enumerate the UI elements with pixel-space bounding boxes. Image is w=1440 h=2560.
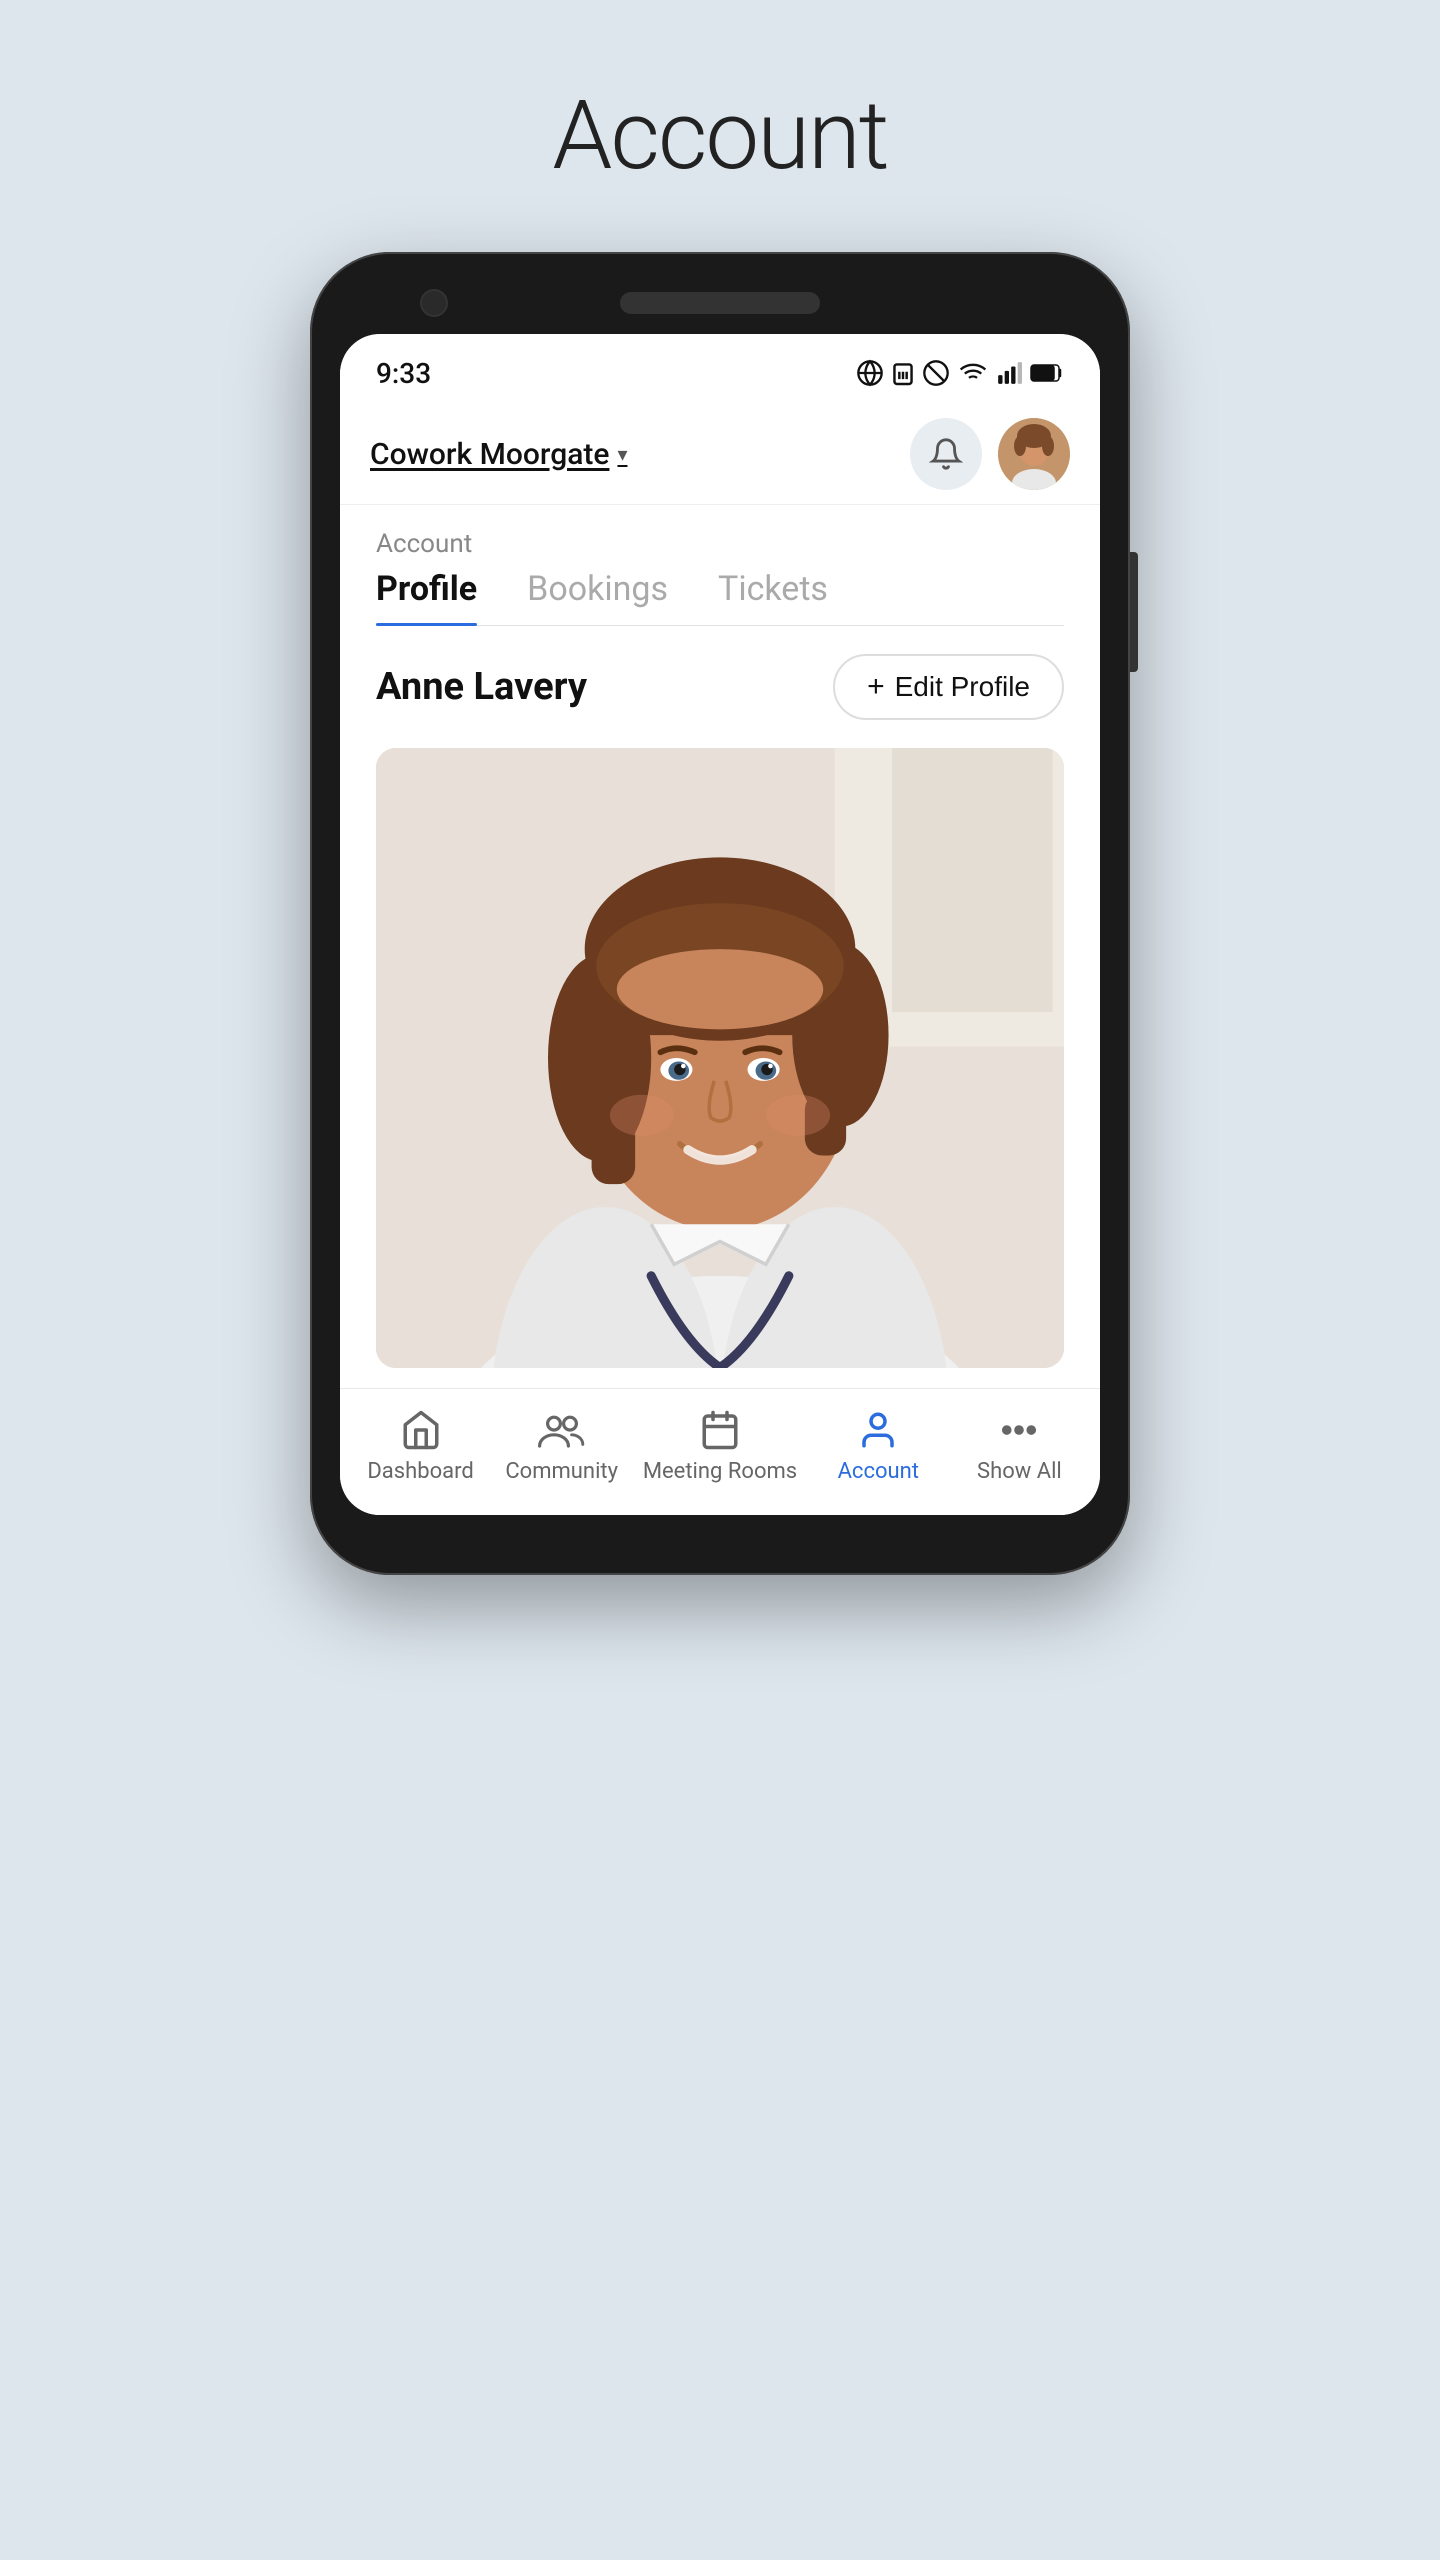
profile-name: Anne Lavery [376, 665, 587, 709]
profile-section: Anne Lavery + Edit Profile [340, 626, 1100, 1388]
top-nav: Cowork Moorgate ▾ [340, 404, 1100, 505]
community-icon [538, 1409, 586, 1451]
simcard-icon [892, 359, 914, 387]
dots-icon [998, 1409, 1040, 1451]
nav-meeting-rooms-label: Meeting Rooms [643, 1459, 797, 1485]
tab-profile[interactable]: Profile [376, 569, 477, 625]
edit-profile-button[interactable]: + Edit Profile [833, 654, 1064, 720]
user-avatar[interactable] [998, 418, 1070, 490]
phone-speaker [620, 292, 820, 314]
status-icons [856, 359, 1064, 387]
signal-icon [996, 359, 1022, 387]
notifications-button[interactable] [910, 418, 982, 490]
page-title: Account [552, 80, 887, 192]
nav-account[interactable]: Account [818, 1409, 938, 1485]
plus-icon: + [867, 670, 885, 704]
bottom-nav: Dashboard Community Meeting Rooms [340, 1388, 1100, 1515]
profile-photo [376, 748, 1064, 1368]
nav-community[interactable]: Community [502, 1409, 622, 1485]
edit-profile-label: Edit Profile [895, 671, 1030, 703]
nav-show-all[interactable]: Show All [959, 1409, 1079, 1485]
content-area: Account Profile Bookings Tickets [340, 505, 1100, 626]
wifi-icon [958, 359, 988, 387]
workspace-label: Cowork Moorgate [370, 437, 609, 472]
phone-camera [420, 289, 448, 317]
tabs-row: Profile Bookings Tickets [376, 569, 1064, 626]
phone-frame: 9:33 [310, 252, 1130, 1575]
blocked-icon [922, 359, 950, 387]
bell-icon [929, 437, 963, 471]
section-label: Account [376, 529, 1064, 559]
tab-tickets[interactable]: Tickets [718, 569, 828, 625]
tab-bookings[interactable]: Bookings [527, 569, 668, 625]
profile-header: Anne Lavery + Edit Profile [376, 654, 1064, 720]
globe-icon [856, 359, 884, 387]
status-bar: 9:33 [340, 334, 1100, 404]
nav-dashboard[interactable]: Dashboard [361, 1409, 481, 1485]
chevron-down-icon: ▾ [617, 442, 627, 466]
nav-dashboard-label: Dashboard [367, 1459, 473, 1485]
workspace-selector[interactable]: Cowork Moorgate ▾ [370, 437, 628, 472]
home-icon [400, 1409, 442, 1451]
nav-show-all-label: Show All [977, 1459, 1062, 1485]
nav-community-label: Community [505, 1459, 618, 1485]
status-time: 9:33 [376, 357, 431, 390]
calendar-icon [699, 1409, 741, 1451]
nav-meeting-rooms[interactable]: Meeting Rooms [643, 1409, 797, 1485]
side-button [1130, 552, 1138, 672]
phone-top [340, 292, 1100, 314]
phone-screen: 9:33 [340, 334, 1100, 1515]
nav-right-icons [910, 418, 1070, 490]
person-icon [857, 1409, 899, 1451]
nav-account-label: Account [838, 1459, 919, 1485]
battery-icon [1030, 362, 1064, 384]
